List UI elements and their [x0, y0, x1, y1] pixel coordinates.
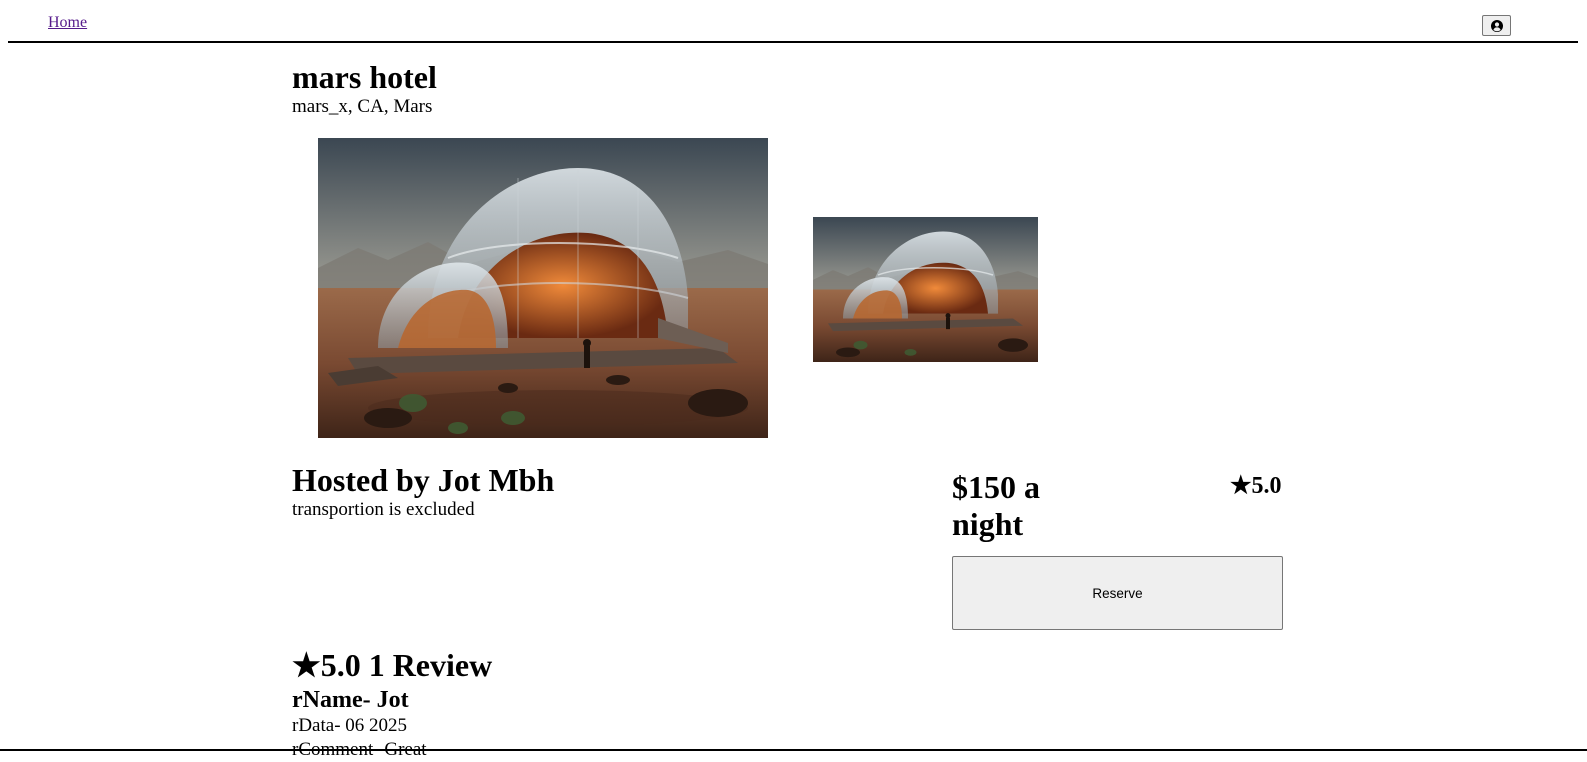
price-per-night: $150 a night	[952, 469, 1040, 542]
top-nav-bar: Home	[8, 0, 1578, 43]
home-link[interactable]: Home	[48, 14, 87, 32]
profile-menu-button[interactable]	[1482, 15, 1511, 36]
user-circle-icon	[1490, 19, 1503, 32]
host-title: Hosted by Jot Mbh	[292, 462, 555, 498]
spot-thumbnail-image	[813, 217, 1038, 362]
booking-rating: ★5.0	[1230, 473, 1282, 499]
review-author: rName- Jot	[292, 687, 409, 713]
review-date: rData- 06 2025	[292, 715, 408, 736]
spot-main-image	[318, 138, 768, 438]
reviews-heading: ★5.0 1 Review	[292, 647, 493, 683]
spot-title: mars hotel	[292, 59, 437, 95]
mars-dome-thumbnail	[813, 217, 1038, 362]
mars-dome-image	[318, 138, 768, 438]
spot-location: mars_x, CA, Mars	[292, 96, 433, 117]
spot-description: transportion is excluded	[292, 499, 475, 520]
reserve-button[interactable]: Reserve	[952, 556, 1283, 630]
